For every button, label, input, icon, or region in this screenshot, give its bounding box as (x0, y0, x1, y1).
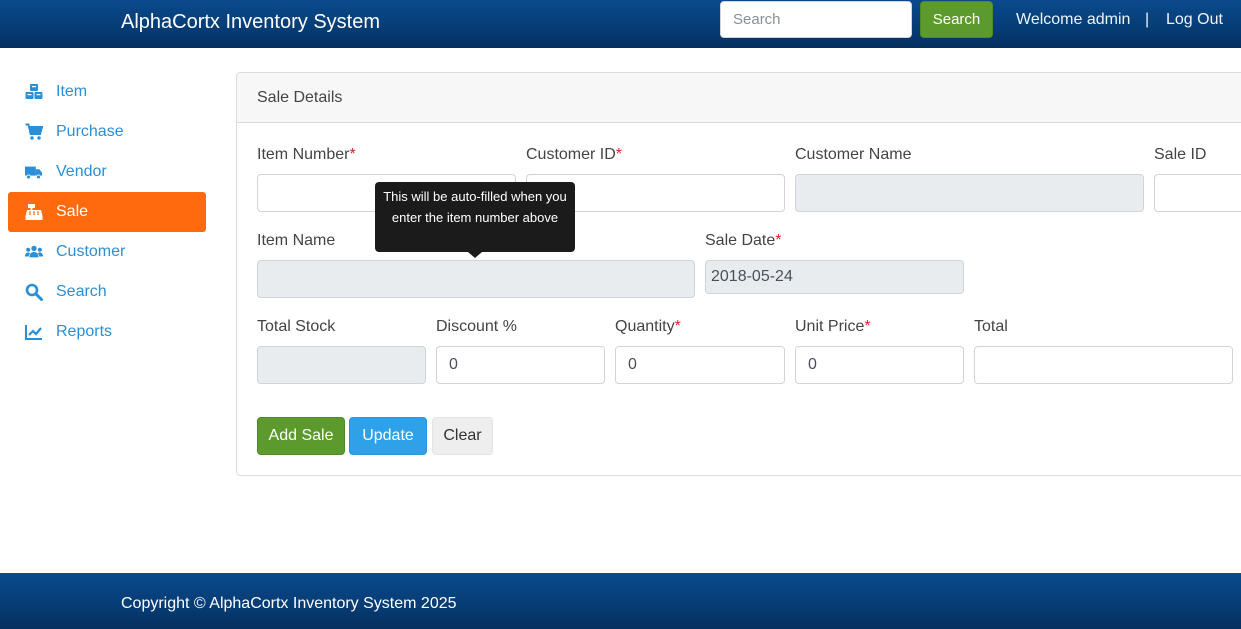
truck-icon (24, 163, 44, 181)
cart-icon (24, 123, 44, 141)
required-mark: * (349, 146, 356, 163)
sale-id-field[interactable] (1154, 174, 1241, 212)
sidebar-item-purchase[interactable]: Purchase (8, 112, 206, 152)
top-navbar: AlphaCortx Inventory System Search Welco… (0, 0, 1241, 48)
search-button[interactable]: Search (920, 1, 993, 38)
update-button[interactable]: Update (349, 417, 427, 455)
sidebar-item-label: Vendor (56, 163, 107, 180)
required-mark: * (864, 318, 871, 335)
quantity-label: Quantity* (615, 318, 681, 335)
unit-price-label: Unit Price* (795, 318, 871, 335)
copyright-text: Copyright © AlphaCortx Inventory System … (121, 595, 457, 612)
add-sale-button[interactable]: Add Sale (257, 417, 345, 455)
footer: Copyright © AlphaCortx Inventory System … (0, 573, 1241, 629)
sidebar-item-customer[interactable]: Customer (8, 232, 206, 272)
logout-link[interactable]: Log Out (1166, 11, 1223, 29)
total-label: Total (974, 318, 1008, 335)
tooltip-arrow (468, 252, 482, 258)
users-icon (24, 243, 44, 261)
customer-name-label: Customer Name (795, 146, 912, 163)
sidebar-item-search[interactable]: Search (8, 272, 206, 312)
sidebar-item-reports[interactable]: Reports (8, 312, 206, 352)
sidebar-item-label: Search (56, 283, 107, 300)
sidebar-item-label: Item (56, 83, 88, 100)
sidebar-item-sale[interactable]: Sale (8, 192, 206, 232)
nav-separator: | (1145, 11, 1150, 28)
total-stock-field[interactable] (257, 346, 426, 384)
search-icon (24, 283, 44, 301)
discount-field[interactable] (436, 346, 605, 384)
required-mark: * (674, 318, 681, 335)
quantity-field[interactable] (615, 346, 785, 384)
customer-id-label: Customer ID* (526, 146, 623, 163)
sale-date-field[interactable] (705, 260, 964, 294)
total-field[interactable] (974, 346, 1233, 384)
welcome-text: Welcome admin (1016, 11, 1131, 28)
total-stock-label: Total Stock (257, 318, 336, 335)
brand-title[interactable]: AlphaCortx Inventory System (121, 10, 380, 34)
sidebar-item-label: Sale (56, 203, 89, 220)
sidebar-item-vendor[interactable]: Vendor (8, 152, 206, 192)
item-name-label: Item Name (257, 232, 336, 249)
sale-id-label: Sale ID (1154, 146, 1207, 163)
card-title: Sale Details (257, 89, 343, 106)
sidebar: Item Purchase Vendor Sale Customer Searc… (8, 72, 206, 352)
sidebar-item-label: Reports (56, 323, 113, 340)
required-mark: * (615, 146, 623, 163)
item-number-label: Item Number* (257, 146, 356, 163)
search-input[interactable] (720, 1, 912, 38)
chart-line-icon (24, 323, 44, 341)
sale-date-label: Sale Date* (705, 232, 782, 249)
sidebar-item-label: Purchase (56, 123, 124, 140)
cash-register-icon (24, 203, 44, 221)
customer-name-field[interactable] (795, 174, 1144, 212)
sidebar-item-label: Customer (56, 243, 126, 260)
sidebar-item-item[interactable]: Item (8, 72, 206, 112)
autofill-tooltip: This will be auto-filled when you enter … (375, 182, 575, 252)
clear-button[interactable]: Clear (432, 417, 493, 455)
item-name-field[interactable] (257, 260, 695, 298)
unit-price-field[interactable] (795, 346, 964, 384)
discount-label: Discount % (436, 318, 517, 335)
cubes-icon (24, 83, 44, 101)
required-mark: * (775, 232, 782, 249)
card-header: Sale Details (237, 73, 1241, 123)
